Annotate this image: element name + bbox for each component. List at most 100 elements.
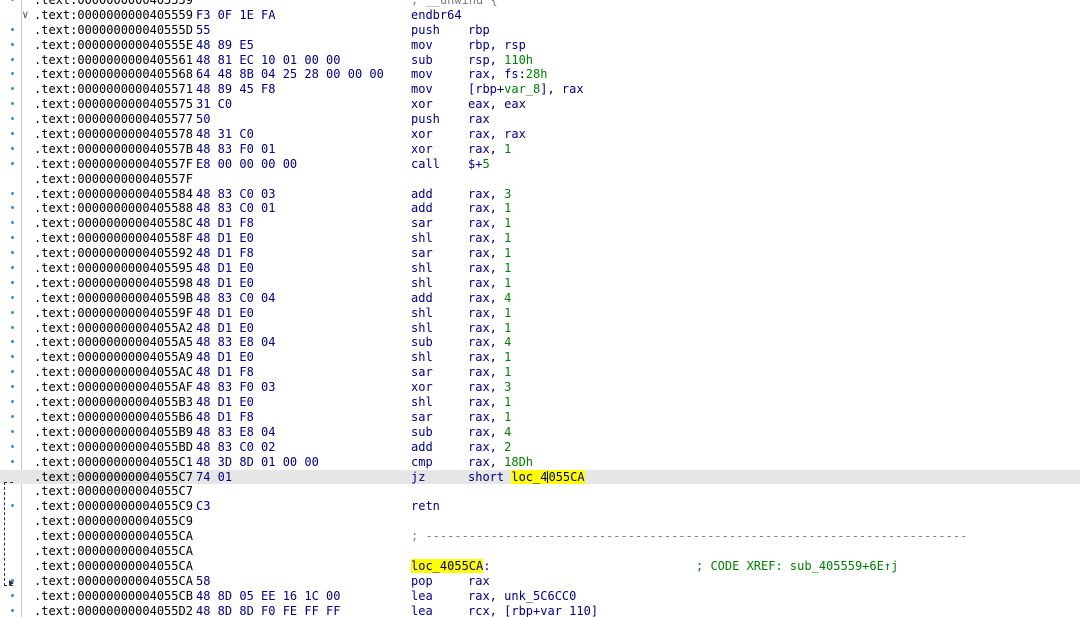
- address[interactable]: .text:00000000004055D2: [34, 604, 193, 617]
- listing-row[interactable]: .text:00000000004055CA: [0, 544, 1080, 559]
- address[interactable]: .text:00000000004055CA: [34, 559, 193, 574]
- breakpoint-dot-icon[interactable]: [11, 444, 14, 448]
- address[interactable]: .text:0000000000405559: [34, 8, 193, 23]
- listing-row[interactable]: .text:00000000004055A5 48 83 E8 04 sub rax,…: [0, 335, 1080, 350]
- breakpoint-dot-icon[interactable]: [11, 280, 14, 284]
- address[interactable]: .text:000000000040555E: [34, 38, 193, 53]
- operands[interactable]: eax, eax: [468, 97, 526, 112]
- address[interactable]: .text:00000000004055C1: [34, 455, 193, 470]
- operands[interactable]: rax, 1: [468, 306, 511, 321]
- listing-row[interactable]: .text:000000000040559B 48 83 C0 04 add rax,…: [0, 291, 1080, 306]
- code-xref-comment[interactable]: ; CODE XREF: sub_405559+6E↑j: [696, 559, 898, 574]
- listing-row[interactable]: .text:00000000004055B6 48 D1 F8 sar rax, 1: [0, 410, 1080, 425]
- address[interactable]: .text:000000000040558F: [34, 231, 193, 246]
- listing-row[interactable]: .text:00000000004055C1 48 3D 8D 01 00 00 c…: [0, 455, 1080, 470]
- listing-row[interactable]: .text:000000000040558C 48 D1 F8 sar rax, 1: [0, 216, 1080, 231]
- listing-row[interactable]: .text:00000000004055B9 48 83 E8 04 sub rax,…: [0, 425, 1080, 440]
- operands[interactable]: rax, 1: [468, 261, 511, 276]
- operands[interactable]: rax, 4: [468, 291, 511, 306]
- breakpoint-dot-icon[interactable]: [11, 221, 14, 225]
- location-label[interactable]: loc_4055CA:: [411, 558, 490, 574]
- breakpoint-dot-icon[interactable]: [11, 161, 14, 165]
- breakpoint-dot-icon[interactable]: [11, 355, 14, 359]
- address[interactable]: .text:000000000040559F: [34, 306, 193, 321]
- operands[interactable]: rax, 1: [468, 321, 511, 336]
- address[interactable]: .text:0000000000405559: [34, 0, 193, 8]
- listing-row[interactable]: .text:00000000004055AC 48 D1 F8 sar rax, 1: [0, 365, 1080, 380]
- operands[interactable]: rax, 4: [468, 425, 511, 440]
- listing-row[interactable]: .text:00000000004055BD 48 83 C0 02 add rax,…: [0, 440, 1080, 455]
- operands[interactable]: rbp, rsp: [468, 38, 526, 53]
- breakpoint-dot-icon[interactable]: [11, 593, 14, 597]
- operands[interactable]: rax: [468, 574, 490, 589]
- operands[interactable]: rax, unk_5C6CC0: [468, 589, 576, 604]
- breakpoint-dot-icon[interactable]: [11, 266, 14, 270]
- breakpoint-dot-icon[interactable]: [11, 429, 14, 433]
- listing-row[interactable]: .text:0000000000405575 31 C0 xor eax, eax: [0, 97, 1080, 112]
- breakpoint-dot-icon[interactable]: [11, 57, 14, 61]
- listing-row[interactable]: .text:0000000000405584 48 83 C0 03 add rax,…: [0, 187, 1080, 202]
- address[interactable]: .text:00000000004055A9: [34, 350, 193, 365]
- breakpoint-dot-icon[interactable]: [11, 236, 14, 240]
- listing-row[interactable]: .text:0000000000405559 ; __unwind {: [0, 0, 1080, 8]
- operands[interactable]: rax, 1: [468, 246, 511, 261]
- address[interactable]: .text:000000000040557F: [34, 172, 193, 187]
- address[interactable]: .text:00000000004055CB: [34, 589, 193, 604]
- breakpoint-dot-icon[interactable]: [11, 310, 14, 314]
- breakpoint-dot-icon[interactable]: [11, 42, 14, 46]
- address[interactable]: .text:000000000040559B: [34, 291, 193, 306]
- listing-row[interactable]: .text:000000000040559F 48 D1 E0 shl rax, 1: [0, 306, 1080, 321]
- listing-row[interactable]: .text:00000000004055CB 48 8D 05 EE 16 1C …: [0, 589, 1080, 604]
- listing-row[interactable]: .text:000000000040557B 48 83 F0 01 xor rax,…: [0, 142, 1080, 157]
- listing-row[interactable]: .text:000000000040557F: [0, 172, 1080, 187]
- address[interactable]: .text:0000000000405592: [34, 246, 193, 261]
- operands[interactable]: rax, 1: [468, 365, 511, 380]
- address[interactable]: .text:00000000004055A2: [34, 321, 193, 336]
- address[interactable]: .text:0000000000405588: [34, 201, 193, 216]
- breakpoint-dot-icon[interactable]: [11, 132, 14, 136]
- address[interactable]: .text:00000000004055B6: [34, 410, 193, 425]
- address[interactable]: .text:00000000004055BD: [34, 440, 193, 455]
- breakpoint-dot-icon[interactable]: [11, 385, 14, 389]
- operands[interactable]: rax: [468, 112, 490, 127]
- breakpoint-dot-icon[interactable]: [11, 340, 14, 344]
- listing-row[interactable]: .text:0000000000405571 48 89 45 F8 mov [rbp…: [0, 82, 1080, 97]
- listing-row[interactable]: .text:000000000040557F E8 00 00 00 00 call…: [0, 157, 1080, 172]
- operands[interactable]: rbp: [468, 23, 490, 38]
- address[interactable]: .text:00000000004055C7: [34, 484, 193, 499]
- listing-row[interactable]: .text:00000000004055CA ; ----------------…: [0, 529, 1080, 544]
- breakpoint-dot-icon[interactable]: [11, 0, 14, 1]
- address[interactable]: .text:0000000000405598: [34, 276, 193, 291]
- operands[interactable]: rax, 1: [468, 201, 511, 216]
- breakpoint-dot-icon[interactable]: [11, 27, 14, 31]
- listing-row[interactable]: .text:0000000000405561 48 81 EC 10 01 00 …: [0, 53, 1080, 68]
- operands[interactable]: rax, 1: [468, 276, 511, 291]
- breakpoint-dot-icon[interactable]: [11, 191, 14, 195]
- breakpoint-dot-icon[interactable]: [11, 72, 14, 76]
- breakpoint-dot-icon[interactable]: [11, 414, 14, 418]
- operands[interactable]: rsp, 110h: [468, 53, 533, 68]
- breakpoint-dot-icon[interactable]: [11, 102, 14, 106]
- operands[interactable]: rax, 1: [468, 142, 511, 157]
- address[interactable]: .text:0000000000405578: [34, 127, 193, 142]
- listing-row[interactable]: .text:0000000000405592 48 D1 F8 sar rax, 1: [0, 246, 1080, 261]
- breakpoint-dot-icon[interactable]: [11, 117, 14, 121]
- location-label-name[interactable]: loc_4055CA: [411, 558, 484, 573]
- operands[interactable]: rax, 1: [468, 410, 511, 425]
- listing-row[interactable]: .text:00000000004055A2 48 D1 E0 shl rax, 1: [0, 321, 1080, 336]
- operands[interactable]: short loc_4055CA: [468, 469, 585, 485]
- breakpoint-dot-icon[interactable]: [11, 325, 14, 329]
- address[interactable]: .text:0000000000405577: [34, 112, 193, 127]
- address[interactable]: .text:0000000000405584: [34, 187, 193, 202]
- address[interactable]: .text:00000000004055B9: [34, 425, 193, 440]
- address[interactable]: .text:00000000004055CA: [34, 544, 193, 559]
- address[interactable]: .text:00000000004055CA: [34, 529, 193, 544]
- breakpoint-dot-icon[interactable]: [11, 370, 14, 374]
- breakpoint-dot-icon[interactable]: [11, 251, 14, 255]
- address[interactable]: .text:0000000000405568: [34, 67, 193, 82]
- address[interactable]: .text:00000000004055CA: [34, 574, 193, 589]
- operand-variable[interactable]: var_8: [504, 82, 540, 96]
- breakpoint-dot-icon[interactable]: [11, 295, 14, 299]
- operands[interactable]: rcx, [rbp+var_110]: [468, 604, 598, 617]
- address[interactable]: .text:0000000000405561: [34, 53, 193, 68]
